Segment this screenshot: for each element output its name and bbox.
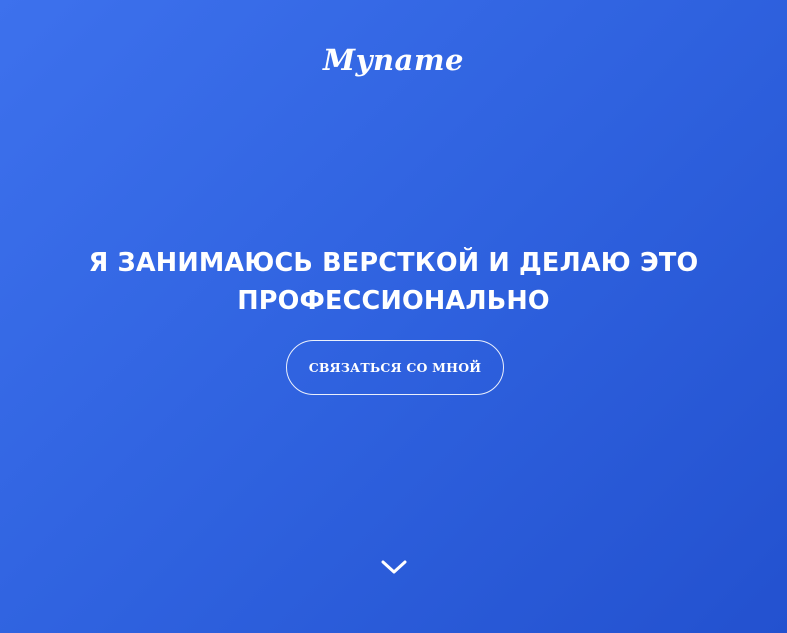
contact-me-button[interactable]: СВЯЗАТЬСЯ СО МНОЙ [286,340,504,395]
scroll-down-button[interactable] [380,556,408,578]
site-logo[interactable]: Myname [0,38,787,82]
hero-headline-line-2: ПРОФЕССИОНАЛЬНО [237,286,550,316]
hero-section: Myname Я ЗАНИМАЮСЬ ВЕРСТКОЙ И ДЕЛАЮ ЭТО … [0,0,787,633]
hero-headline-line-1: Я ЗАНИМАЮСЬ ВЕРСТКОЙ И ДЕЛАЮ ЭТО [88,248,699,278]
chevron-down-icon [381,560,407,574]
hero-headline: Я ЗАНИМАЮСЬ ВЕРСТКОЙ И ДЕЛАЮ ЭТО ПРОФЕСС… [60,244,727,320]
